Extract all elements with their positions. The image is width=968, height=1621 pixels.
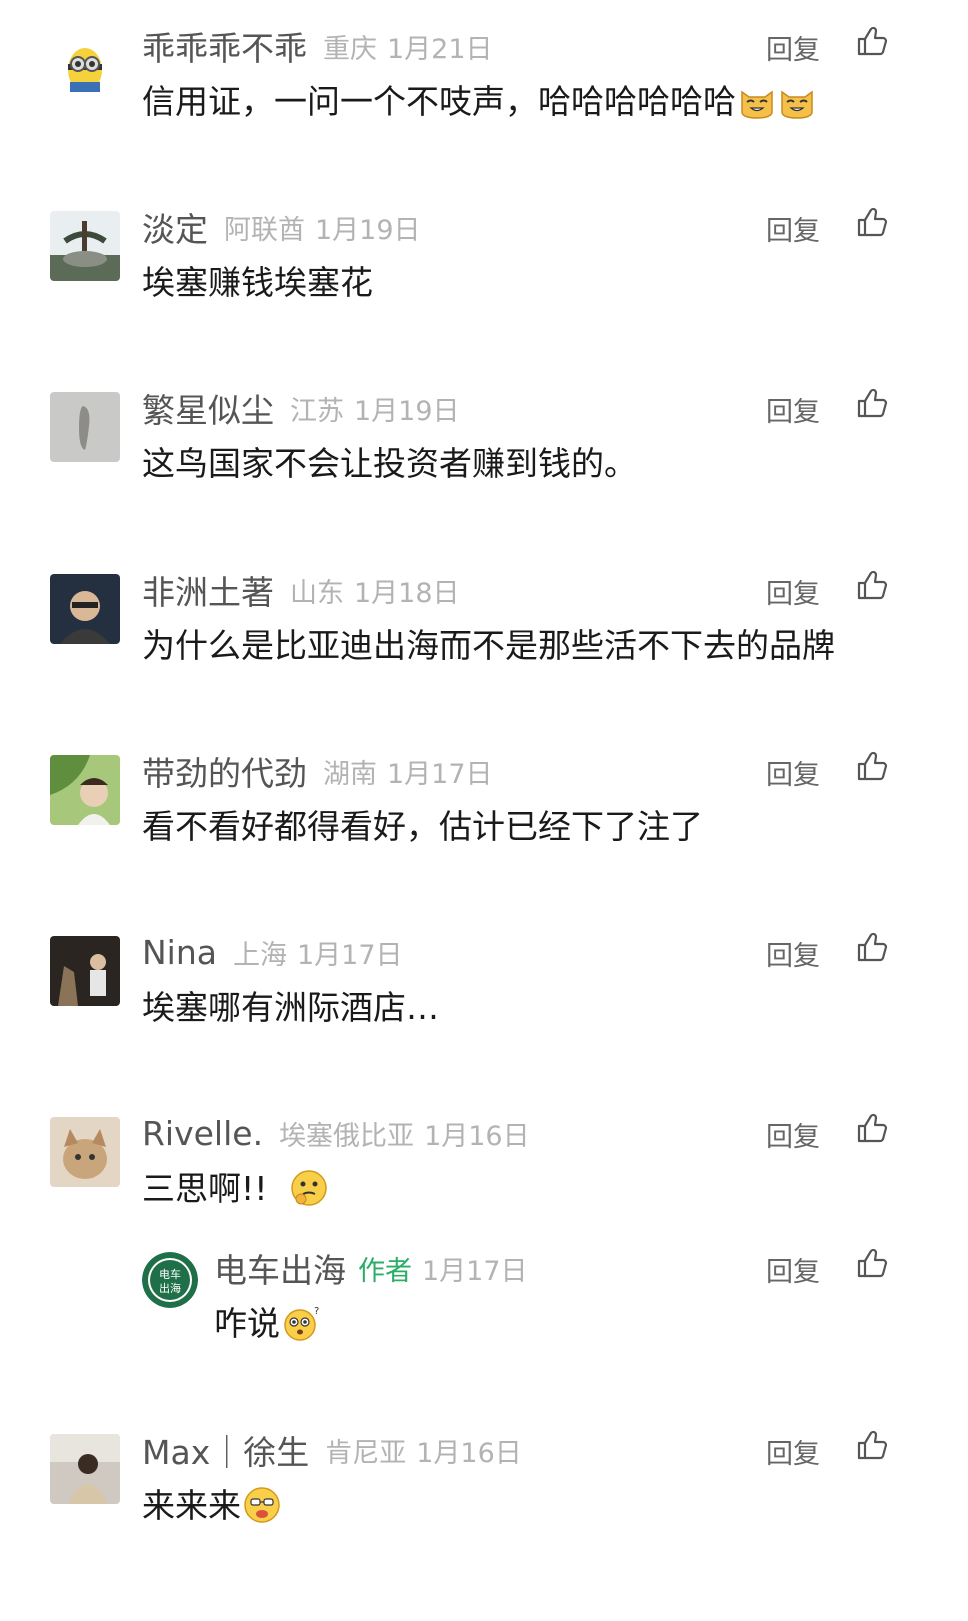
- comment-text: 埃塞哪有洲际酒店…: [142, 988, 439, 1028]
- location: 湖南: [323, 758, 377, 790]
- comment-body: 来来来: [142, 1486, 241, 1525]
- avatar[interactable]: [50, 755, 120, 825]
- comment-text: 来来来: [142, 1486, 281, 1526]
- author-avatar[interactable]: 电车 出海: [142, 1252, 198, 1308]
- date: 1月17日: [387, 758, 493, 790]
- comment-meta: 带劲的代劲 湖南 1月17日: [142, 751, 493, 793]
- comment-text: 信用证，一问一个不吱声，哈哈哈哈哈哈: [142, 82, 816, 122]
- comment-text: 为什么是比亚迪出海而不是那些活不下去的品牌: [142, 626, 835, 666]
- puzzled-emoji: [243, 1486, 281, 1524]
- reply-button[interactable]: 回复: [766, 934, 820, 973]
- comment-meta: Rivelle. 埃塞俄比亚 1月16日: [142, 1113, 530, 1153]
- author-badge: 作者: [358, 1255, 412, 1287]
- comment-body: 看不看好都得看好，估计已经下了注了: [142, 807, 703, 846]
- comment-body: 埃塞哪有洲际酒店…: [142, 988, 439, 1027]
- thumbs-up-icon[interactable]: [855, 1246, 889, 1280]
- nickname[interactable]: Nina: [142, 933, 217, 972]
- date: 1月19日: [315, 214, 421, 246]
- comment-meta: 乖乖乖不乖 重庆 1月21日: [142, 26, 493, 68]
- date: 1月17日: [297, 939, 403, 971]
- question-mark: ?: [314, 1306, 319, 1317]
- author-avatar-label-bottom: 出海: [159, 1281, 181, 1295]
- nickname[interactable]: Max｜徐生: [142, 1426, 309, 1474]
- reply-button[interactable]: 回复: [766, 572, 820, 611]
- thumbs-up-icon[interactable]: [855, 1428, 889, 1462]
- thumbs-up-icon[interactable]: [855, 749, 889, 783]
- location: 埃塞俄比亚: [279, 1120, 415, 1152]
- nickname[interactable]: 非洲土著: [142, 566, 274, 614]
- thumbs-up-icon[interactable]: [855, 205, 889, 239]
- thumbs-up-icon[interactable]: [855, 24, 889, 58]
- reply-text: 咋说?: [214, 1304, 320, 1344]
- comment-text: 埃塞赚钱埃塞花: [142, 263, 373, 303]
- nickname[interactable]: Rivelle.: [142, 1114, 263, 1153]
- location: 上海: [233, 939, 287, 971]
- author-avatar-label-top: 电车: [159, 1267, 181, 1281]
- reply-meta: 电车出海 作者 1月17日: [214, 1248, 528, 1290]
- location: 江苏: [290, 395, 344, 427]
- author-nickname[interactable]: 电车出海: [214, 1244, 346, 1292]
- comment-meta: 淡定 阿联酋 1月19日: [142, 207, 421, 249]
- thumbs-up-icon[interactable]: [855, 930, 889, 964]
- comment-meta: Max｜徐生 肯尼亚 1月16日: [142, 1430, 522, 1472]
- avatar[interactable]: [50, 574, 120, 644]
- cat-laugh-emoji: [738, 82, 776, 120]
- comment-body: 这鸟国家不会让投资者赚到钱的。: [142, 444, 637, 483]
- reply-button[interactable]: 回复: [766, 753, 820, 792]
- comment-list: 乖乖乖不乖 重庆 1月21日 回复 信用证，一问一个不吱声，哈哈哈哈哈哈 淡定 …: [0, 0, 968, 1621]
- comment-body: 三思啊!!: [142, 1169, 289, 1208]
- reply-button[interactable]: 回复: [766, 209, 820, 248]
- comment-meta: 非洲土著 山东 1月18日: [142, 570, 460, 612]
- comment-body: 信用证，一问一个不吱声，哈哈哈哈哈哈: [142, 82, 736, 121]
- date: 1月19日: [354, 395, 460, 427]
- nickname[interactable]: 带劲的代劲: [142, 747, 307, 795]
- date: 1月16日: [424, 1120, 530, 1152]
- reply-button[interactable]: 回复: [766, 1250, 820, 1289]
- comment-text: 这鸟国家不会让投资者赚到钱的。: [142, 444, 637, 484]
- thumbs-up-icon[interactable]: [855, 1111, 889, 1145]
- comment-meta: Nina 上海 1月17日: [142, 932, 403, 972]
- comment-body: 为什么是比亚迪出海而不是那些活不下去的品牌: [142, 626, 835, 665]
- question-emoji: ?: [282, 1304, 320, 1342]
- avatar[interactable]: [50, 936, 120, 1006]
- location: 山东: [290, 577, 344, 609]
- comment-meta: 繁星似尘 江苏 1月19日: [142, 388, 460, 430]
- reply-body: 咋说: [214, 1304, 280, 1343]
- thumbs-up-icon[interactable]: [855, 386, 889, 420]
- thinking-emoji: [290, 1169, 328, 1207]
- location: 阿联酋: [224, 214, 305, 246]
- thumbs-up-icon[interactable]: [855, 568, 889, 602]
- avatar[interactable]: [50, 211, 120, 281]
- comment-text: 看不看好都得看好，估计已经下了注了: [142, 807, 703, 847]
- date: 1月16日: [416, 1437, 522, 1469]
- avatar[interactable]: [50, 392, 120, 462]
- date: 1月21日: [387, 33, 493, 65]
- comment-body: 埃塞赚钱埃塞花: [142, 263, 373, 302]
- comment-text: 三思啊!!: [142, 1169, 328, 1209]
- nickname[interactable]: 乖乖乖不乖: [142, 22, 307, 70]
- reply-button[interactable]: 回复: [766, 1432, 820, 1471]
- avatar[interactable]: [50, 30, 120, 100]
- date: 1月18日: [354, 577, 460, 609]
- nickname[interactable]: 淡定: [142, 203, 208, 251]
- nickname[interactable]: 繁星似尘: [142, 384, 274, 432]
- reply-button[interactable]: 回复: [766, 390, 820, 429]
- date: 1月17日: [422, 1255, 528, 1287]
- location: 重庆: [323, 33, 377, 65]
- avatar[interactable]: [50, 1117, 120, 1187]
- avatar[interactable]: [50, 1434, 120, 1504]
- reply-button[interactable]: 回复: [766, 28, 820, 67]
- cat-laugh-emoji: [778, 82, 816, 120]
- reply-button[interactable]: 回复: [766, 1115, 820, 1154]
- location: 肯尼亚: [325, 1437, 407, 1469]
